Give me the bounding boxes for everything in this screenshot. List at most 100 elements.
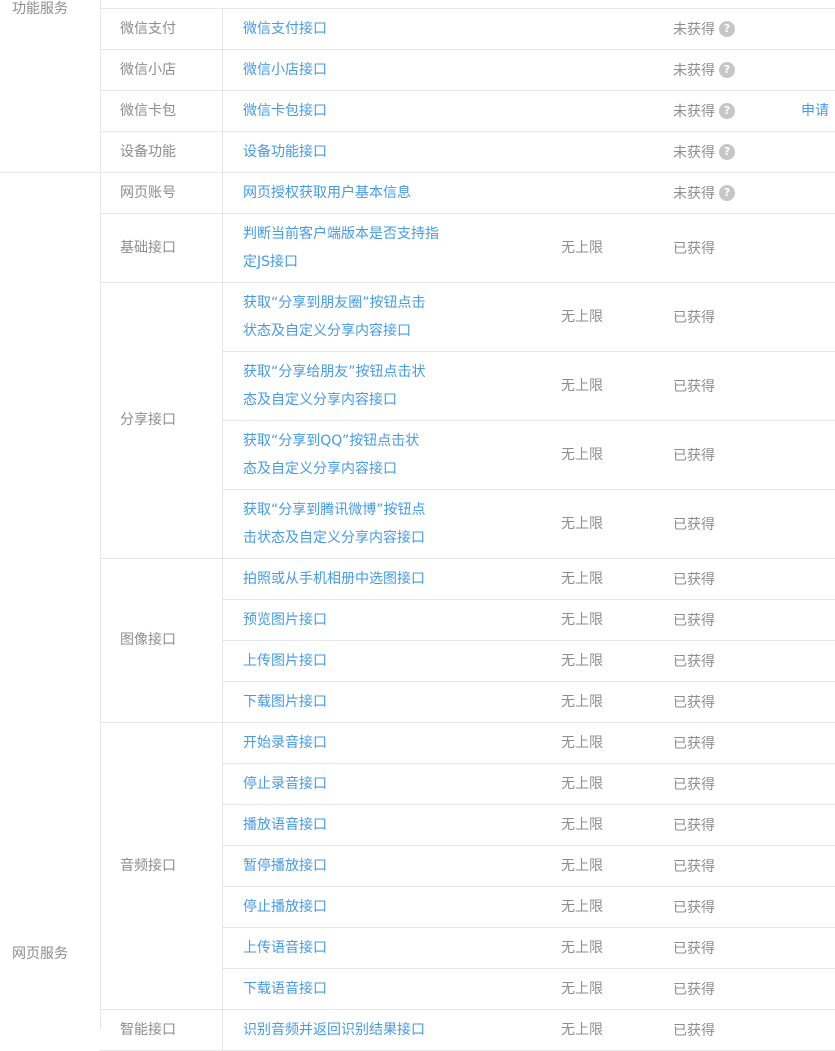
interface-link-line: 预览图片接口 (243, 611, 327, 628)
status-text: 未获得 (673, 21, 715, 38)
status-cell: 已获得 (673, 815, 715, 835)
category-label-web: 网页服务 (12, 946, 68, 962)
help-icon[interactable]: ? (719, 102, 735, 119)
interface-link[interactable]: 获取“分享到朋友圈”按钮点击 状态及自定义分享内容接口 (243, 289, 453, 345)
interface-link-line: 获取“分享到朋友圈”按钮点击 (243, 294, 426, 311)
interface-link[interactable]: 下载图片接口 (243, 688, 453, 716)
column-divider (222, 90, 223, 131)
column-divider (222, 131, 223, 172)
interface-link-line: 上传语音接口 (243, 939, 327, 956)
status-text: 已获得 (673, 240, 715, 257)
quota-limit: 无上限 (561, 308, 603, 325)
status-cell: 已获得 (673, 733, 715, 753)
row-divider (100, 90, 835, 91)
row-divider (100, 213, 835, 214)
interface-link[interactable]: 下载语音接口 (243, 975, 453, 1003)
interface-link-line: 上传图片接口 (243, 652, 327, 669)
status-cell: 已获得 (673, 514, 715, 534)
column-divider (222, 968, 223, 1009)
status-cell: 已获得 (673, 856, 715, 876)
interface-link[interactable]: 上传语音接口 (243, 934, 453, 962)
interface-link-line: 拍照或从手机相册中选图接口 (243, 570, 425, 587)
help-icon[interactable]: ? (719, 20, 735, 37)
row-divider (0, 172, 835, 173)
quota-limit: 无上限 (561, 816, 603, 833)
interface-link-line: 获取“分享给朋友”按钮点击状 (243, 363, 426, 380)
interface-link[interactable]: 微信卡包接口 (243, 101, 453, 121)
interface-link-line: 状态及自定义分享内容接口 (243, 322, 411, 339)
sub-category-label: 音频接口 (120, 857, 176, 874)
row-divider (222, 804, 835, 805)
row-divider (222, 640, 835, 641)
interface-link-line: 获取“分享到QQ”按钮点击状 (243, 432, 420, 449)
row-divider (222, 351, 835, 352)
column-divider (222, 927, 223, 968)
status-text: 已获得 (673, 694, 715, 711)
interface-link-line: 停止播放接口 (243, 898, 327, 915)
interface-link[interactable]: 播放语音接口 (243, 811, 453, 839)
interface-link[interactable]: 开始录音接口 (243, 729, 453, 757)
quota-limit: 无上限 (561, 570, 603, 587)
interface-link-line: 下载图片接口 (243, 693, 327, 710)
status-text: 已获得 (673, 981, 715, 998)
column-divider (222, 640, 223, 681)
status-cell: 已获得 (673, 307, 715, 327)
interface-link[interactable]: 微信支付接口 (243, 19, 453, 39)
quota-limit: 无上限 (561, 980, 603, 997)
status-text: 已获得 (673, 817, 715, 834)
help-icon[interactable]: ? (719, 143, 735, 160)
quota-limit: 无上限 (561, 693, 603, 710)
interface-link[interactable]: 网页授权获取用户基本信息 (243, 183, 453, 203)
status-cell: 已获得 (673, 938, 715, 958)
status-cell: 未获得? (673, 142, 735, 162)
interface-link[interactable]: 上传图片接口 (243, 647, 453, 675)
quota-limit: 无上限 (561, 898, 603, 915)
status-cell: 已获得 (673, 445, 715, 465)
status-cell: 已获得 (673, 692, 715, 712)
interface-link[interactable]: 设备功能接口 (243, 142, 453, 162)
row-divider (222, 420, 835, 421)
status-text: 已获得 (673, 858, 715, 875)
interface-link[interactable]: 微信小店接口 (243, 60, 453, 80)
apply-button[interactable]: 申请 (801, 101, 829, 121)
interface-link[interactable]: 停止录音接口 (243, 770, 453, 798)
status-cell: 已获得 (673, 610, 715, 630)
sub-category-label: 微信小店 (120, 61, 176, 78)
column-divider (222, 172, 223, 213)
interface-link[interactable]: 判断当前客户端版本是否支持指 定JS接口 (243, 220, 453, 276)
column-divider (100, 0, 101, 172)
status-cell: 已获得 (673, 897, 715, 917)
help-icon[interactable]: ? (719, 61, 735, 78)
interface-link[interactable]: 停止播放接口 (243, 893, 453, 921)
sub-category-label: 分享接口 (120, 412, 176, 428)
interface-link[interactable]: 获取“分享给朋友”按钮点击状 态及自定义分享内容接口 (243, 358, 453, 414)
interface-link[interactable]: 拍照或从手机相册中选图接口 (243, 565, 453, 593)
row-divider (100, 131, 835, 132)
status-text: 已获得 (673, 612, 715, 629)
sub-category-label: 微信卡包 (120, 102, 176, 119)
row-divider (100, 1009, 835, 1010)
interface-link[interactable]: 预览图片接口 (243, 606, 453, 634)
column-divider (222, 8, 223, 49)
status-cell: 未获得? (673, 60, 735, 80)
row-divider (222, 845, 835, 846)
status-text: 已获得 (673, 571, 715, 588)
interface-link-line: 获取“分享到腾讯微博”按钮点 (243, 501, 426, 518)
column-divider (222, 489, 223, 558)
row-divider (222, 927, 835, 928)
quota-limit: 无上限 (561, 377, 603, 394)
category-label-func: 功能服务 (12, 1, 68, 17)
row-divider (222, 886, 835, 887)
quota-limit: 无上限 (561, 446, 603, 463)
interface-link[interactable]: 获取“分享到QQ”按钮点击状 态及自定义分享内容接口 (243, 427, 453, 483)
quota-limit: 无上限 (561, 515, 603, 532)
column-divider (222, 599, 223, 640)
interface-link[interactable]: 暂停播放接口 (243, 852, 453, 880)
row-divider (100, 8, 835, 9)
help-icon[interactable]: ? (719, 184, 735, 201)
interface-link[interactable]: 获取“分享到腾讯微博”按钮点 击状态及自定义分享内容接口 (243, 496, 453, 552)
status-text: 未获得 (673, 185, 715, 202)
quota-limit: 无上限 (561, 734, 603, 751)
column-divider (222, 213, 223, 282)
sub-category-label: 图像接口 (120, 632, 176, 648)
